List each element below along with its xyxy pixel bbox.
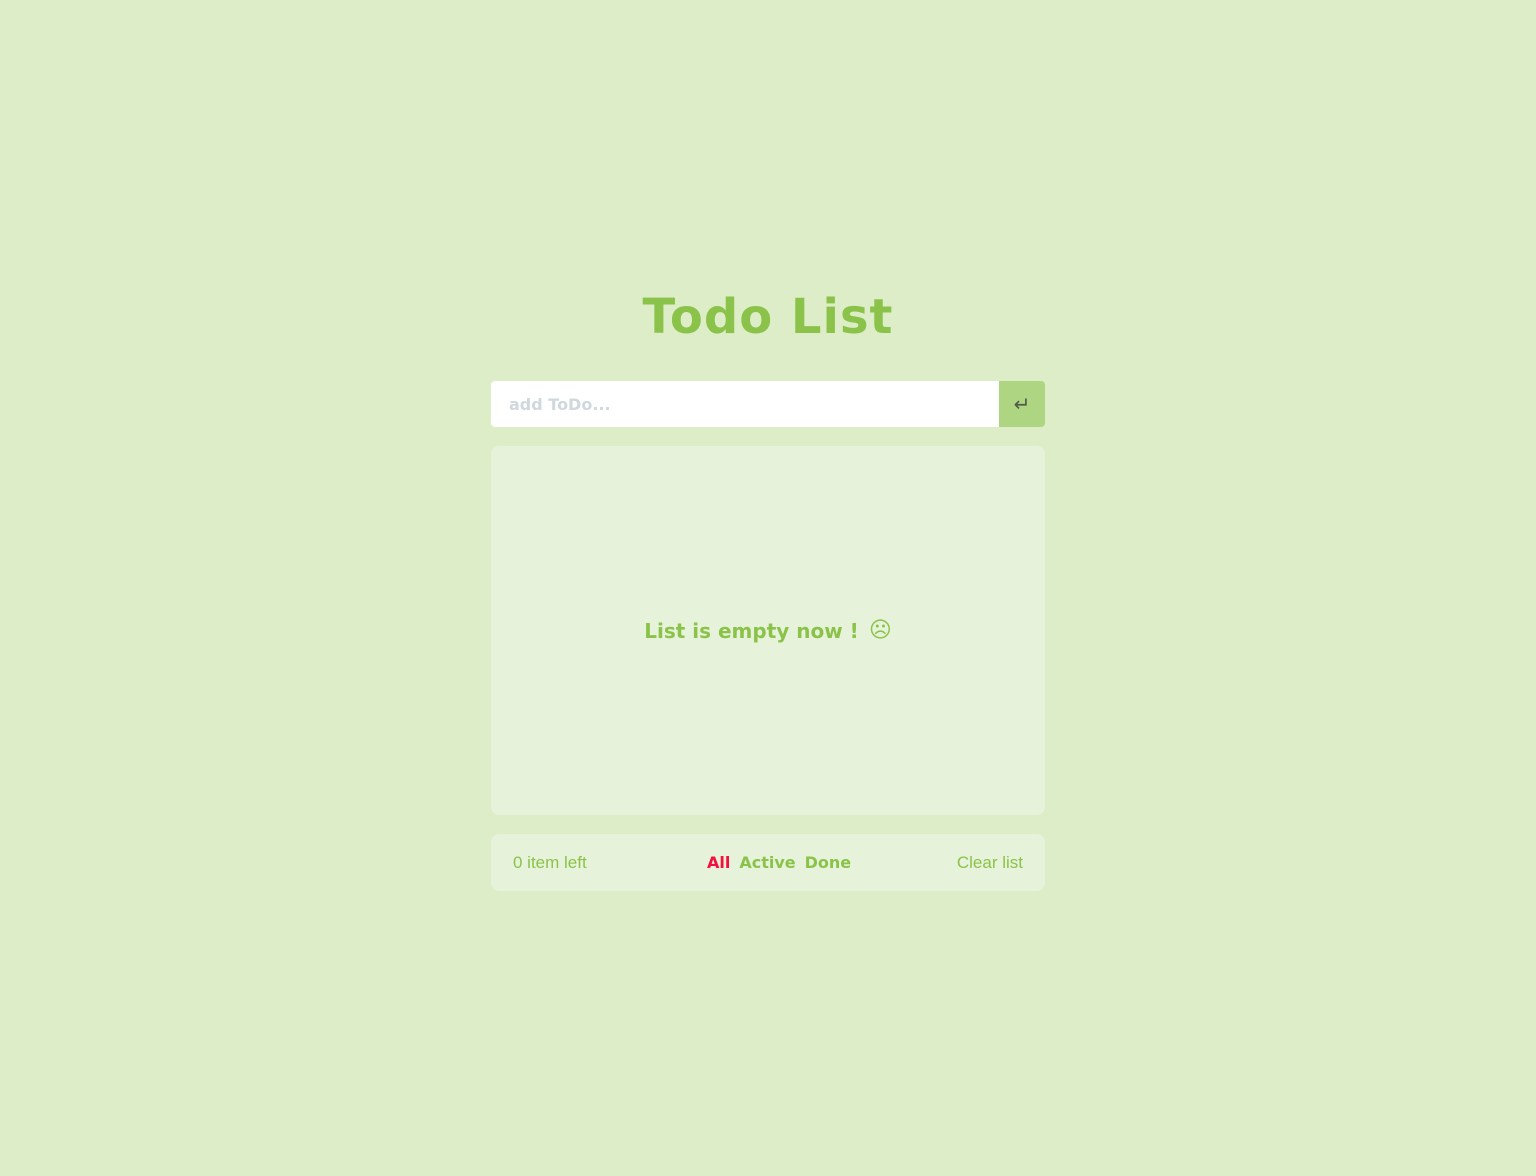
add-todo-form: ↵ [491, 381, 1045, 427]
items-left-count: 0 item left [513, 853, 587, 872]
enter-return-icon: ↵ [1013, 393, 1031, 416]
add-todo-input[interactable] [491, 381, 999, 427]
todo-footer: 0 item left All Active Done Clear list [491, 834, 1045, 891]
filter-group: All Active Done [707, 834, 851, 891]
add-todo-button[interactable]: ↵ [999, 381, 1045, 427]
empty-message-text: List is empty now ! [644, 618, 859, 643]
clear-list-button[interactable]: Clear list [957, 834, 1023, 891]
filter-active[interactable]: Active [739, 834, 795, 891]
filter-done[interactable]: Done [805, 834, 852, 891]
empty-list-message: List is empty now ! ☹ [644, 618, 892, 643]
page-title: Todo List [642, 289, 894, 345]
filter-all[interactable]: All [707, 834, 730, 891]
sad-face-icon: ☹ [868, 618, 892, 643]
todo-list: List is empty now ! ☹ [491, 446, 1045, 815]
todo-app: Todo List ↵ List is empty now ! ☹ 0 item… [491, 286, 1045, 891]
